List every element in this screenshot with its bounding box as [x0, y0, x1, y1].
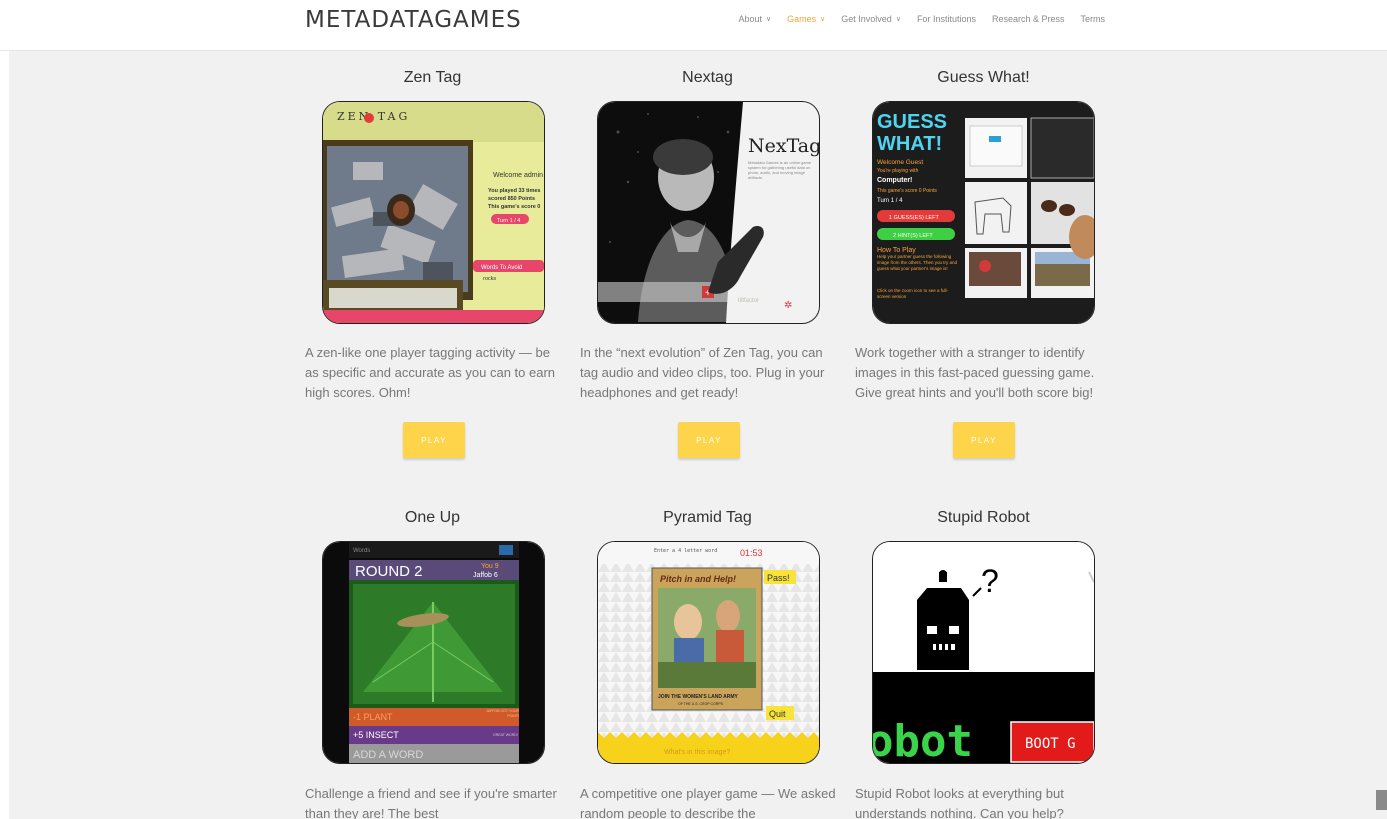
scroll-to-top-icon[interactable] — [1376, 790, 1387, 810]
game-description: Challenge a friend and see if you're sma… — [305, 786, 557, 819]
zen-rocks: rocks — [483, 276, 496, 282]
game-title: Stupid Robot — [937, 509, 1030, 526]
site-header: METADATAGAMES About ∨ Games ∨ Get Involv… — [0, 0, 1387, 51]
game-thumbnail-nextag[interactable]: + NexTag Metadata Games is an online gam… — [597, 101, 820, 324]
nav-item-label: About — [738, 14, 763, 24]
gw-turn: Turn 1 / 4 — [877, 198, 903, 204]
nextag-screenshot: + NexTag Metadata Games is an online gam… — [598, 102, 819, 323]
chevron-down-icon: ∨ — [820, 16, 826, 23]
play-button-zen-tag[interactable]: PLAY — [403, 422, 465, 458]
game-thumbnail-pyramid-tag[interactable]: Enter a 4 letter word 01:53 Pitch in and… — [597, 541, 820, 764]
gw-zoom: Click on the zoom icon to see a full-scr… — [877, 288, 949, 299]
gw-logo-1: GUESS — [877, 111, 947, 133]
game-title: One Up — [404, 509, 461, 526]
zen-scored: scored 850 Points — [488, 196, 535, 202]
pyramid-question: What's in this image? — [664, 749, 730, 756]
svg-text:✲: ✲ — [784, 300, 792, 311]
pyramid-tag-screenshot: Enter a 4 letter word 01:53 Pitch in and… — [598, 542, 819, 763]
gw-guesses: 1 GUESS(ES) LEFT — [889, 215, 939, 221]
game-title: Pyramid Tag — [663, 509, 752, 526]
nav-item-games[interactable]: Games ∨ — [787, 14, 825, 24]
oneup-jaffob: Jaffob 6 — [473, 572, 498, 579]
nav-item-about[interactable]: About ∨ — [738, 14, 771, 24]
nav-item-label: Research & Press — [991, 14, 1065, 24]
game-description: In the “next evolution” of Zen Tag, you … — [580, 345, 825, 400]
game-thumbnail-zen-tag[interactable]: ZEN TAG Welcome admin You played 33 time… — [322, 101, 545, 324]
pyramid-poster-footer: JOIN THE WOMEN'S LAND ARMY — [658, 694, 739, 700]
game-title: Zen Tag — [403, 69, 462, 86]
gw-computer: Computer! — [877, 177, 912, 184]
nav-item-for-institutions[interactable]: For Institutions — [917, 14, 976, 24]
nav-item-label: Games — [787, 14, 817, 24]
zen-welcome: Welcome admin — [493, 172, 543, 179]
zen-turn: Turn 1 / 4 — [497, 218, 520, 224]
nav-item-research-press[interactable]: Research & Press — [992, 14, 1065, 24]
nextag-logo: NexTag — [748, 135, 819, 157]
zen-game-score: This game's score 0 — [488, 204, 540, 210]
nav-item-label: Terms — [1080, 14, 1106, 24]
nav-item-label: Get Involved — [841, 14, 892, 24]
pyramid-timer: 01:53 — [740, 548, 763, 558]
chevron-down-icon: ∨ — [766, 16, 772, 23]
gw-hints: 2 HINT(S) LEFT — [893, 233, 933, 239]
oneup-insect-note: GREAT WORD! — [493, 733, 518, 737]
gw-playing: You're playing with — [877, 168, 919, 174]
game-title: Nextag — [682, 69, 733, 86]
site-logo[interactable]: METADATAGAMES — [305, 7, 522, 33]
game-thumbnail-stupid-robot[interactable]: ? obot BOOT G — [872, 541, 1095, 764]
zen-tag-screenshot: ZEN TAG Welcome admin You played 33 time… — [323, 102, 544, 323]
oneup-words: Words — [353, 548, 370, 554]
gw-welcome: Welcome Guest — [877, 159, 923, 166]
gw-score: This game's score 0 Points — [877, 188, 937, 194]
oneup-round: ROUND 2 — [355, 563, 423, 580]
zen-avoid: Words To Avoid — [481, 265, 522, 271]
guess-what-screenshot: GUESS WHAT! Welcome Guest You're playing… — [873, 102, 1094, 323]
one-up-screenshot: Words ROUND 2 You 9 Jaffob 6 -1 PLANT JA… — [323, 542, 544, 763]
nextag-blurb: Metadata Games is an online game system … — [748, 160, 812, 180]
oneup-plant-note: JAFFOB GOT YOUR POINT! — [486, 709, 519, 718]
gw-howto: How To Play — [877, 247, 916, 254]
oneup-plant: -1 PLANT — [353, 712, 393, 722]
nextag-brand: tiltfactor — [738, 298, 759, 304]
chevron-down-icon: ∨ — [895, 16, 901, 23]
pyramid-poster-sub: OF THE U.S. CROP CORPS — [678, 702, 724, 706]
robot-boot: BOOT G — [1025, 736, 1076, 752]
pyramid-poster-title: Pitch in and Help! — [660, 574, 736, 584]
zen-played: You played 33 times — [488, 188, 540, 194]
gw-logo-2: WHAT! — [877, 133, 942, 155]
gw-instructions: Help your partner guess the following im… — [877, 254, 957, 271]
play-button-guess-what[interactable]: PLAY — [953, 422, 1015, 458]
pyramid-prompt: Enter a 4 letter word — [654, 548, 717, 554]
game-thumbnail-guess-what[interactable]: GUESS WHAT! Welcome Guest You're playing… — [872, 101, 1095, 324]
nav-item-label: For Institutions — [916, 14, 976, 24]
oneup-insect: +5 INSECT — [353, 730, 399, 740]
game-title: Guess What! — [937, 69, 1030, 86]
nav-item-terms[interactable]: Terms — [1081, 14, 1106, 24]
pyramid-quit: Quit — [769, 709, 786, 719]
pyramid-pass: Pass! — [767, 573, 790, 583]
oneup-add: ADD A WORD — [353, 749, 423, 761]
robot-question-mark: ? — [981, 563, 999, 599]
games-grid: Zen Tag ZEN TAG Welcome admin You played… — [9, 51, 1387, 819]
main-nav: About ∨ Games ∨ Get Involved ∨ For Insti… — [738, 14, 1105, 24]
game-description: Stupid Robot looks at everything but und… — [855, 786, 1064, 819]
game-thumbnail-one-up[interactable]: Words ROUND 2 You 9 Jaffob 6 -1 PLANT JA… — [322, 541, 545, 764]
game-description: A competitive one player game — We asked… — [580, 786, 836, 819]
game-description: Work together with a stranger to identif… — [855, 345, 1095, 400]
robot-banner: obot — [873, 716, 973, 763]
game-description: A zen-like one player tagging activity —… — [305, 345, 556, 400]
oneup-you: You 9 — [481, 563, 499, 570]
page: METADATAGAMES About ∨ Games ∨ Get Involv… — [0, 0, 1387, 819]
stupid-robot-screenshot: ? obot BOOT G — [873, 542, 1094, 763]
nav-item-get-involved[interactable]: Get Involved ∨ — [841, 14, 901, 24]
play-button-nextag[interactable]: PLAY — [678, 422, 740, 458]
